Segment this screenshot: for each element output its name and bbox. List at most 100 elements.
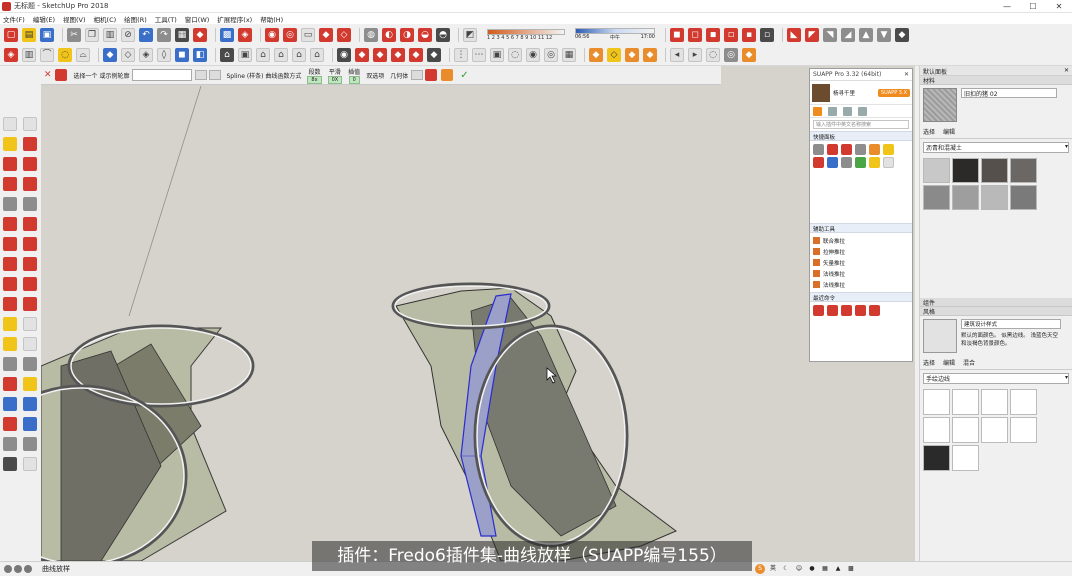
- quick-panel-header[interactable]: 快捷面板: [810, 131, 912, 141]
- eraser-icon[interactable]: [23, 137, 37, 151]
- model-info-icon[interactable]: ◆: [193, 27, 207, 42]
- plugin-search-input[interactable]: 输入插件中英文名称搜索: [813, 120, 909, 129]
- shirt-icon[interactable]: ▲: [833, 564, 843, 574]
- solid-a-icon[interactable]: ◼: [670, 27, 684, 42]
- tool-c-icon[interactable]: ▭: [301, 27, 315, 42]
- scale-icon[interactable]: [3, 297, 17, 311]
- style-thumbnail[interactable]: [981, 389, 1008, 415]
- tool-f-icon[interactable]: ◍: [364, 27, 378, 42]
- plugin-p-icon[interactable]: ◆: [625, 48, 639, 62]
- polygon-icon[interactable]: [23, 197, 37, 211]
- view-back-icon[interactable]: ⌂: [292, 48, 306, 62]
- style-thumbnail-selected[interactable]: [923, 445, 950, 471]
- plugin-s-icon[interactable]: ▸: [688, 48, 702, 62]
- menu-camera[interactable]: 相机(C): [94, 14, 117, 24]
- quick-tool-5-icon[interactable]: [869, 144, 880, 155]
- zoom-icon[interactable]: [3, 397, 17, 411]
- follow-me-icon[interactable]: [23, 277, 37, 291]
- material-swatch[interactable]: [1010, 158, 1037, 183]
- quick-tool-3-icon[interactable]: [841, 144, 852, 155]
- maximize-button[interactable]: ☐: [1020, 0, 1046, 13]
- shadow-settings[interactable]: 1 2 3 4 5 6 7 8 9 10 11 12 06:56 中午 17:0…: [487, 28, 655, 41]
- interp-value[interactable]: 0: [348, 75, 360, 84]
- axes-icon[interactable]: [3, 357, 17, 371]
- assist-tools-header[interactable]: 辅助工具: [810, 223, 912, 233]
- tray-close-icon[interactable]: ✕: [1064, 67, 1069, 74]
- dimension-icon[interactable]: [23, 317, 37, 331]
- recent-commands-header[interactable]: 最近命令: [810, 292, 912, 302]
- smooth-group[interactable]: 平滑 0X: [327, 67, 343, 84]
- solid-f-icon[interactable]: ▫: [760, 27, 774, 42]
- styles-tab-mix[interactable]: 混合: [963, 358, 975, 367]
- segments-value[interactable]: 8x: [307, 75, 322, 84]
- copy-icon[interactable]: ❐: [85, 27, 99, 42]
- user-tab-icon[interactable]: [843, 106, 852, 116]
- pie-icon[interactable]: [23, 237, 37, 251]
- plugin-q-icon[interactable]: ◆: [643, 48, 657, 62]
- quick-tool-10-icon[interactable]: [855, 157, 866, 168]
- ime-language[interactable]: 英: [768, 564, 778, 574]
- materials-tab-edit[interactable]: 编辑: [943, 127, 955, 136]
- quick-tool-1-icon[interactable]: [813, 144, 824, 155]
- avatar[interactable]: [812, 83, 830, 102]
- sandbox-f-icon[interactable]: ▼: [877, 27, 891, 42]
- print-icon[interactable]: ▦: [175, 27, 189, 42]
- quick-tool-4-icon[interactable]: [855, 144, 866, 155]
- plugin-a-icon[interactable]: ◉: [337, 48, 351, 62]
- tool-b-icon[interactable]: ◎: [283, 27, 297, 42]
- view-front-icon[interactable]: ⌂: [256, 48, 270, 62]
- quick-tool-7-icon[interactable]: [813, 157, 824, 168]
- solid-e-icon[interactable]: ▪: [742, 27, 756, 42]
- style-name[interactable]: 建筑设计样式: [961, 319, 1061, 329]
- hidden-line-icon[interactable]: ◼: [175, 48, 189, 62]
- home-tab-icon[interactable]: [813, 106, 822, 116]
- tool-j-icon[interactable]: ◓: [436, 27, 450, 42]
- list-item[interactable]: 法线推拉: [813, 268, 909, 279]
- help-icon[interactable]: [24, 565, 32, 573]
- material-category-select[interactable]: 沥青和混凝土 ▾: [923, 142, 1069, 153]
- list-item[interactable]: 联合推拉: [813, 235, 909, 246]
- sandbox-g-icon[interactable]: ◆: [895, 27, 909, 42]
- quick-tool-6-icon[interactable]: [883, 144, 894, 155]
- material-swatch[interactable]: [981, 158, 1008, 183]
- quick-tool-12-icon[interactable]: [883, 157, 894, 168]
- style-thumbnail[interactable]: [952, 389, 979, 415]
- zoom-extents-icon[interactable]: [3, 417, 17, 431]
- plugin-u-icon[interactable]: ◎: [724, 48, 738, 62]
- keyboard-icon[interactable]: ▦: [820, 564, 830, 574]
- ruby-console-icon[interactable]: ◈: [4, 48, 18, 62]
- plugin-b-icon[interactable]: ◆: [355, 48, 369, 62]
- confirm-check-icon[interactable]: ✓: [460, 70, 468, 81]
- plugin-v-icon[interactable]: ◆: [742, 48, 756, 62]
- xray-icon[interactable]: ◇: [121, 48, 135, 62]
- interp-group[interactable]: 插值 0: [348, 67, 360, 84]
- tool-d-icon[interactable]: ◆: [319, 27, 333, 42]
- option-c-icon[interactable]: [411, 70, 424, 80]
- tool-e-icon[interactable]: ◇: [337, 27, 351, 42]
- recent-5-icon[interactable]: [869, 305, 880, 316]
- back-edges-icon[interactable]: ◈: [139, 48, 153, 62]
- redo-icon[interactable]: ↷: [157, 27, 171, 42]
- quick-tool-11-icon[interactable]: [869, 157, 880, 168]
- push-pull-icon[interactable]: [23, 257, 37, 271]
- material-swatch[interactable]: [923, 158, 950, 183]
- view-left-icon[interactable]: ⌂: [310, 48, 324, 62]
- plugin-i-icon[interactable]: ▣: [490, 48, 504, 62]
- plugin-o-icon[interactable]: ◇: [607, 48, 621, 62]
- plugin-n-icon[interactable]: ◆: [589, 48, 603, 62]
- circle-icon[interactable]: [3, 197, 17, 211]
- make-component-icon[interactable]: [23, 117, 37, 131]
- plugin-c-icon[interactable]: ◆: [373, 48, 387, 62]
- component-c-icon[interactable]: ◌: [58, 48, 72, 62]
- view-right-icon[interactable]: ⌂: [274, 48, 288, 62]
- list-item[interactable]: 矢量推拉: [813, 257, 909, 268]
- tool-h-icon[interactable]: ◑: [400, 27, 414, 42]
- solid-d-icon[interactable]: ◽: [724, 27, 738, 42]
- recent-3-icon[interactable]: [841, 305, 852, 316]
- style-thumbnail[interactable]: [952, 417, 979, 443]
- plugin-d-icon[interactable]: ◆: [391, 48, 405, 62]
- zoom-window-icon[interactable]: [23, 397, 37, 411]
- three-point-arc-icon[interactable]: [3, 237, 17, 251]
- line-icon[interactable]: [3, 157, 17, 171]
- 3d-text-icon[interactable]: [23, 357, 37, 371]
